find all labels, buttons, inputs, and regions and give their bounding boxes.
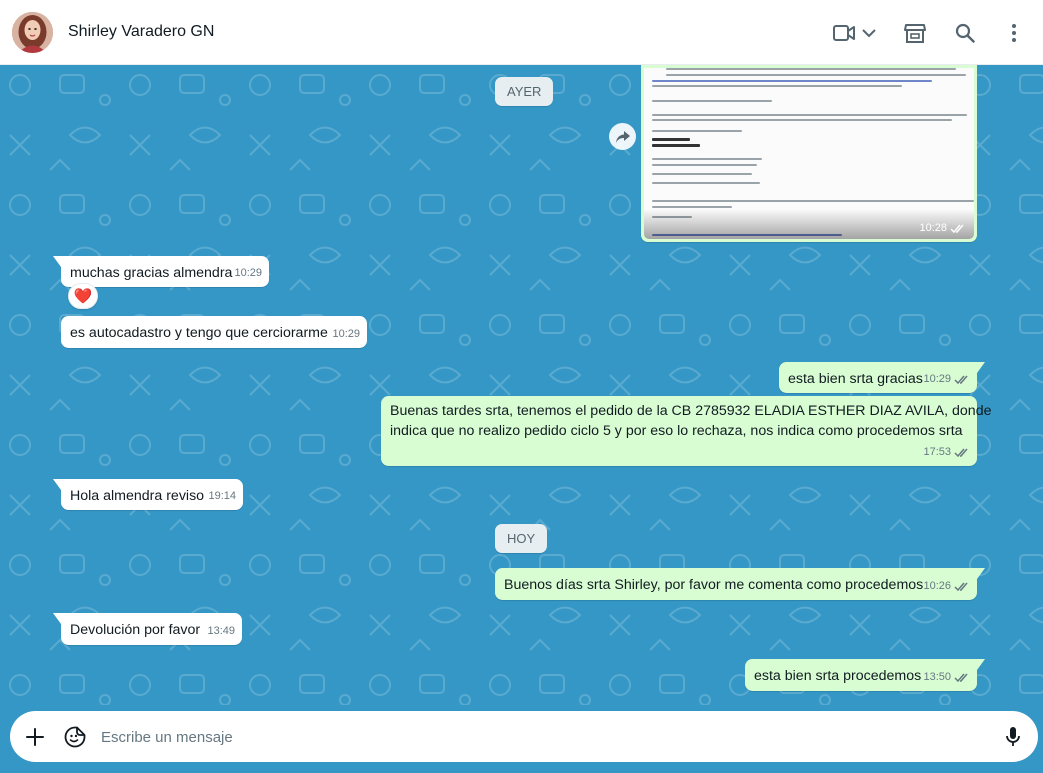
message-text: es autocadastro y tengo que cerciorarme [70,325,328,341]
message-text: Hola almendra reviso [70,488,205,504]
shop-icon[interactable] [902,20,928,46]
message-time: 10:28 [919,222,947,234]
chat-header: Shirley Varadero GN [0,0,1043,65]
contact-avatar[interactable] [12,12,53,53]
read-ticks-icon [950,224,964,233]
message-meta: 10:29 [332,324,360,344]
message-text: Buenos días srta Shirley, por favor me c… [504,577,924,593]
date-separator-yesterday: AYER [495,77,554,106]
message-text-line-2: indica que no realizo pedido ciclo 5 y p… [390,423,963,439]
message-text: Devolución por favor [70,622,201,638]
message-meta: 10:29 [234,263,262,283]
search-icon[interactable] [952,20,978,46]
chat-area[interactable]: 10:28 AYER muchas gracias almendra 10:29… [0,65,1043,705]
plus-icon[interactable] [22,724,48,750]
composer-box [10,711,1038,762]
read-ticks-icon [954,673,968,682]
message-meta: 13:50 [923,667,970,687]
video-call-icon[interactable] [832,20,856,46]
message-incoming[interactable]: muchas gracias almendra 10:29 [53,256,269,287]
message-outgoing[interactable]: Buenos días srta Shirley, por favor me c… [495,568,985,600]
message-outgoing[interactable]: Buenas tardes srta, tenemos el pedido de… [381,396,991,466]
image-message[interactable]: 10:28 [641,65,977,242]
bubble-tail [977,362,985,373]
email-screenshot-image: 10:28 [644,68,974,239]
message-time: 17:53 [923,446,951,458]
image-message-meta: 10:28 [919,222,966,234]
message-time: 13:49 [207,625,235,637]
chevron-down-icon[interactable] [859,20,879,46]
message-meta: 13:49 [207,621,235,641]
read-ticks-icon [954,375,968,384]
message-text: esta bien srta procedemos [754,668,922,684]
contact-name[interactable]: Shirley Varadero GN [68,23,214,41]
forward-icon[interactable] [609,123,636,150]
message-time: 10:26 [923,580,951,592]
message-time: 13:50 [923,671,951,683]
bubble-tail [53,479,61,490]
bubble-tail [53,256,61,267]
date-separator-today: HOY [495,524,548,553]
message-time: 19:14 [208,490,236,502]
message-composer [0,705,1043,773]
message-meta: 19:14 [208,486,236,506]
message-meta: 10:29 [923,369,970,389]
read-ticks-icon [954,448,968,457]
heart-reaction-icon[interactable]: ❤️ [68,283,98,309]
message-meta: 17:53 [923,442,970,462]
message-incoming[interactable]: es autocadastro y tengo que cerciorarme … [61,316,367,348]
message-incoming[interactable]: Devolución por favor 13:49 [53,613,242,645]
message-text: muchas gracias almendra [70,265,233,281]
message-time: 10:29 [923,373,951,385]
message-time: 10:29 [332,328,360,340]
message-outgoing[interactable]: esta bien srta procedemos 13:50 [745,659,985,691]
message-text-line-1: Buenas tardes srta, tenemos el pedido de… [390,403,992,419]
message-meta: 10:26 [923,576,970,596]
message-input[interactable] [101,725,981,749]
sticker-icon[interactable] [62,724,88,750]
message-text: esta bien srta gracias [788,371,923,387]
bubble-tail [977,659,985,670]
message-incoming[interactable]: Hola almendra reviso 19:14 [53,479,243,510]
bubble-tail [53,613,61,624]
microphone-icon[interactable] [1000,724,1026,750]
more-menu-icon[interactable] [1004,20,1024,46]
bubble-tail [977,568,985,579]
read-ticks-icon [954,582,968,591]
message-outgoing[interactable]: esta bien srta gracias 10:29 [779,362,985,393]
message-time: 10:29 [234,267,262,279]
